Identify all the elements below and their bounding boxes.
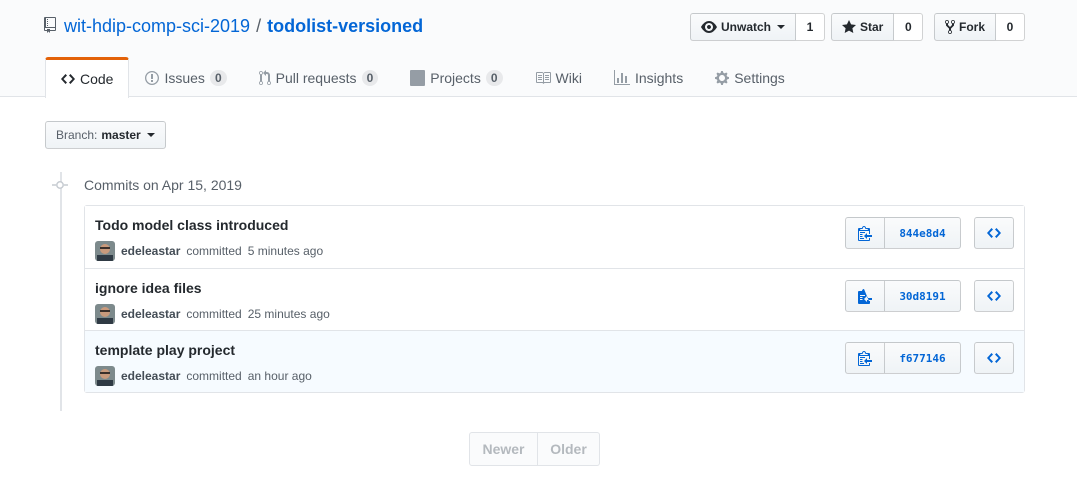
- issues-counter: 0: [209, 69, 227, 86]
- commit-time: 5 minutes ago: [247, 244, 324, 258]
- tab-issues[interactable]: Issues 0: [129, 57, 242, 97]
- repo-nav: Code Issues 0 Pull requests 0 Projects 0…: [45, 57, 801, 98]
- older-button[interactable]: Older: [538, 432, 600, 466]
- watch-count[interactable]: 1: [796, 13, 826, 41]
- repo-owner-link[interactable]: wit-hdip-comp-sci-2019: [64, 16, 250, 37]
- tab-wiki-label: Wiki: [555, 69, 582, 86]
- commit-author[interactable]: edeleastar: [121, 244, 180, 258]
- fork-button[interactable]: Fork: [934, 13, 997, 41]
- project-icon: [410, 69, 426, 86]
- commit-list: Todo model class introduced edeleastar c…: [84, 205, 1025, 393]
- fork-label: Fork: [959, 20, 986, 34]
- pagination: Newer Older: [469, 432, 600, 466]
- watch-label: Unwatch: [721, 20, 772, 34]
- commit-meta: edeleastar committed 5 minutes ago: [95, 241, 323, 261]
- commit-message[interactable]: Todo model class introduced: [95, 217, 288, 233]
- commit-time: 25 minutes ago: [247, 307, 330, 321]
- code-icon: [61, 74, 75, 84]
- code-icon: [987, 291, 1001, 301]
- commit-sha-link[interactable]: f677146: [885, 342, 961, 374]
- caret-down-icon: [146, 133, 155, 137]
- eye-icon: [701, 21, 717, 33]
- star-group: Star 0: [831, 13, 924, 41]
- issue-opened-icon: [145, 70, 160, 85]
- commit-group-title: Commits on Apr 15, 2019: [84, 177, 242, 193]
- avatar[interactable]: [95, 366, 115, 386]
- tab-code[interactable]: Code: [45, 57, 130, 98]
- tab-issues-label: Issues: [164, 69, 205, 86]
- copy-sha-button[interactable]: [845, 217, 885, 249]
- tab-insights[interactable]: Insights: [598, 57, 699, 97]
- clippy-icon: [858, 226, 872, 241]
- repo-title: wit-hdip-comp-sci-2019 / todolist-versio…: [44, 14, 423, 38]
- commit-message[interactable]: ignore idea files: [95, 280, 202, 296]
- star-label: Star: [860, 20, 884, 34]
- star-count[interactable]: 0: [894, 13, 924, 41]
- gear-icon: [715, 70, 730, 85]
- commit-time: an hour ago: [247, 369, 312, 383]
- git-pull-request-icon: [258, 69, 271, 85]
- sha-group: 844e8d4: [845, 217, 961, 249]
- repo-name-link[interactable]: todolist-versioned: [267, 16, 423, 37]
- browse-files-button[interactable]: [974, 342, 1014, 374]
- tab-insights-label: Insights: [634, 69, 684, 86]
- watch-button[interactable]: Unwatch: [690, 13, 797, 41]
- copy-sha-button[interactable]: [845, 280, 885, 312]
- git-commit-icon: [52, 181, 68, 189]
- graph-icon: [613, 69, 630, 85]
- avatar[interactable]: [95, 304, 115, 324]
- sha-group: f677146: [845, 342, 961, 374]
- commit-author[interactable]: edeleastar: [121, 307, 180, 321]
- commit-row: Todo model class introduced edeleastar c…: [85, 206, 1024, 268]
- clippy-icon: [858, 351, 872, 366]
- commit-meta: edeleastar committed an hour ago: [95, 366, 312, 386]
- book-icon: [535, 71, 551, 84]
- tab-wiki[interactable]: Wiki: [519, 57, 598, 97]
- commit-author[interactable]: edeleastar: [121, 369, 180, 383]
- commit-action: committed: [186, 244, 242, 258]
- tab-settings-label: Settings: [734, 69, 785, 86]
- code-icon: [987, 353, 1001, 363]
- commit-row: template play project edeleastar committ…: [85, 330, 1024, 392]
- star-button[interactable]: Star: [831, 13, 895, 41]
- code-icon: [987, 228, 1001, 238]
- tab-pull-requests-label: Pull requests: [275, 69, 357, 86]
- tab-settings[interactable]: Settings: [699, 57, 801, 97]
- commit-sha-link[interactable]: 844e8d4: [885, 217, 961, 249]
- fork-group: Fork 0: [934, 13, 1026, 41]
- star-icon: [842, 20, 856, 33]
- timeline-line: [60, 172, 62, 411]
- tab-code-label: Code: [80, 71, 114, 87]
- fork-icon: [945, 19, 955, 35]
- fork-count[interactable]: 0: [996, 13, 1026, 41]
- browse-files-button[interactable]: [974, 217, 1014, 249]
- commit-action: committed: [186, 307, 242, 321]
- projects-counter: 0: [485, 69, 503, 86]
- repo-title-separator: /: [256, 15, 262, 36]
- commit-meta: edeleastar committed 25 minutes ago: [95, 304, 330, 324]
- branch-label: Branch:: [56, 128, 98, 142]
- copy-sha-button[interactable]: [845, 342, 885, 374]
- browse-files-button[interactable]: [974, 280, 1014, 312]
- commit-action: committed: [186, 369, 242, 383]
- branch-value: master: [101, 128, 141, 142]
- pull-requests-counter: 0: [361, 69, 379, 86]
- sha-group: 30d8191: [845, 280, 961, 312]
- repo-header: wit-hdip-comp-sci-2019 / todolist-versio…: [0, 0, 1077, 98]
- repo-icon: [44, 17, 58, 35]
- commit-row: ignore idea files edeleastar committed 2…: [85, 268, 1024, 330]
- commit-sha-link[interactable]: 30d8191: [885, 280, 961, 312]
- tab-projects[interactable]: Projects 0: [394, 57, 518, 97]
- clippy-icon: [858, 289, 872, 304]
- commit-message[interactable]: template play project: [95, 342, 235, 358]
- avatar[interactable]: [95, 241, 115, 261]
- branch-select-button[interactable]: Branch: master: [45, 121, 166, 149]
- newer-button[interactable]: Newer: [469, 432, 538, 466]
- tab-projects-label: Projects: [430, 69, 481, 86]
- tab-pull-requests[interactable]: Pull requests 0: [243, 57, 395, 97]
- watch-group: Unwatch 1: [690, 13, 826, 41]
- caret-down-icon: [777, 25, 786, 29]
